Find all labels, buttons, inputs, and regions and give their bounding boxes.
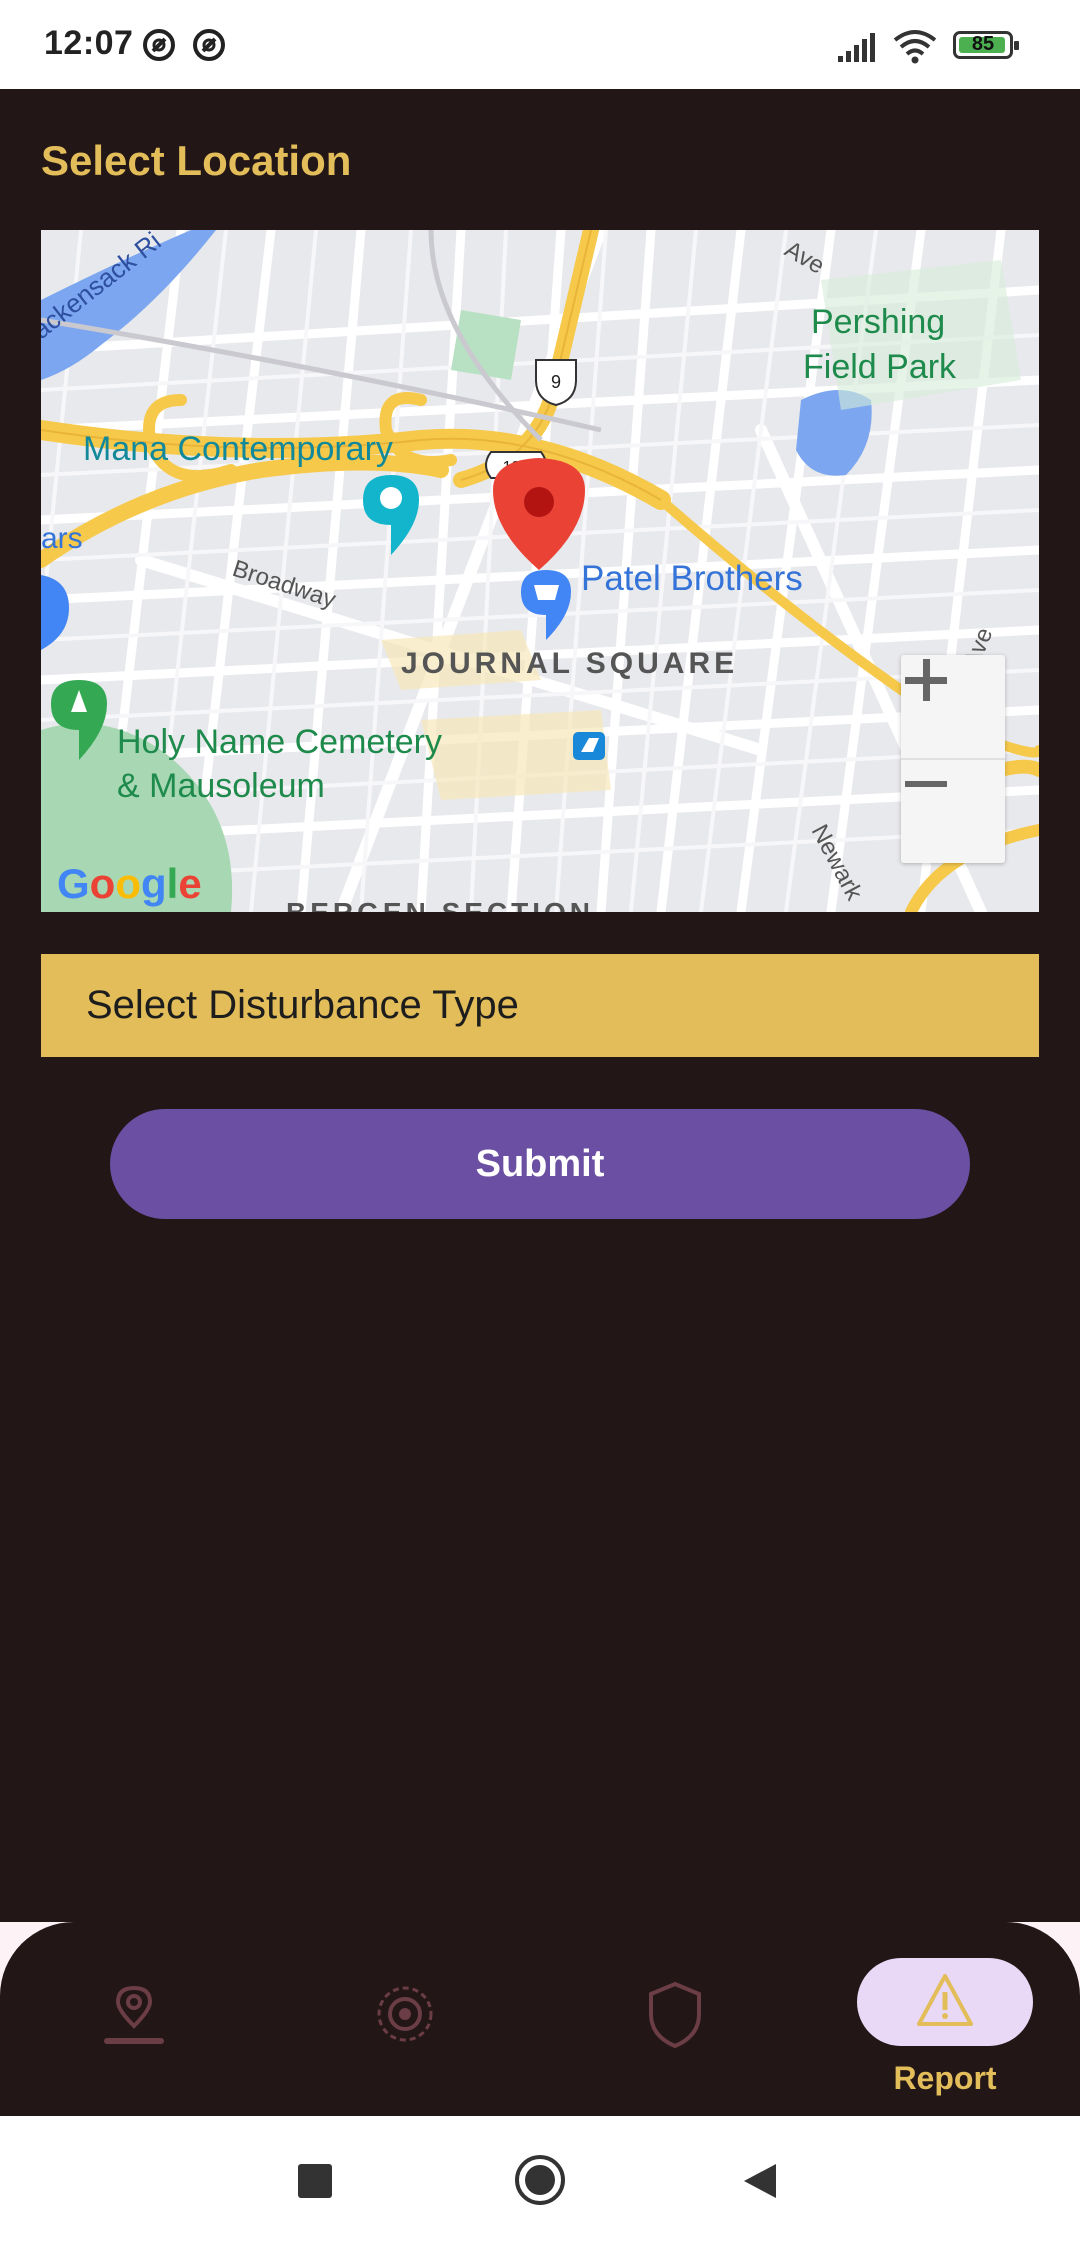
no-disturb-icon: [143, 29, 175, 61]
disturbance-type-dropdown[interactable]: Select Disturbance Type: [41, 954, 1039, 1057]
svg-text:ars: ars: [41, 522, 83, 555]
status-bar: 12:07 85: [0, 0, 1080, 89]
warning-icon: [917, 1974, 973, 2026]
wifi-icon: [893, 30, 937, 64]
google-logo: Google: [57, 860, 202, 907]
nav-item-location[interactable]: [60, 1922, 210, 2116]
recents-button[interactable]: [298, 2164, 332, 2198]
disturbance-type-label: Select Disturbance Type: [86, 983, 519, 1027]
back-button[interactable]: [742, 2162, 778, 2200]
transit-icon: [573, 732, 605, 760]
submit-button[interactable]: Submit: [110, 1109, 970, 1219]
svg-text:9: 9: [551, 372, 561, 392]
nav-label-report: Report: [893, 2060, 997, 2096]
minus-icon: [905, 781, 947, 787]
bottom-navigation: Report: [0, 1922, 1080, 2116]
svg-text:Field Park: Field Park: [803, 348, 957, 386]
plus-icon: [905, 659, 947, 701]
zoom-in-button[interactable]: [901, 655, 1005, 760]
signal-icon: [838, 33, 875, 62]
page-title: Select Location: [41, 137, 352, 184]
submit-label: Submit: [475, 1142, 605, 1185]
system-navigation-bar: [0, 2116, 1080, 2246]
map-label-patel: Patel Brothers: [581, 559, 803, 598]
battery-icon: 85: [953, 31, 1019, 59]
home-button[interactable]: [514, 2154, 566, 2206]
map-view[interactable]: 9 139: [41, 230, 1039, 912]
nav-item-shield[interactable]: [600, 1922, 750, 2116]
zoom-controls: [901, 655, 1005, 863]
radar-icon: [377, 1986, 433, 2042]
battery-level: 85: [971, 33, 995, 55]
no-disturb-icon: [193, 29, 225, 61]
svg-text:& Mausoleum: & Mausoleum: [117, 767, 325, 805]
map-label-journal: JOURNAL SQUARE: [401, 647, 738, 680]
map-canvas[interactable]: 9 139: [41, 230, 1039, 912]
svg-text:BERGEN SECTION: BERGEN SECTION: [286, 897, 594, 912]
report-active-pill[interactable]: [857, 1958, 1033, 2046]
nav-item-radar[interactable]: [330, 1922, 480, 2116]
route-9-shield: 9: [535, 359, 577, 407]
map-label-pershing: Pershing: [811, 303, 945, 341]
zoom-out-button[interactable]: [901, 759, 1005, 862]
location-pin-icon: [104, 1986, 164, 2044]
map-label-mana: Mana Contemporary: [83, 430, 393, 468]
shield-icon: [649, 1981, 701, 2049]
map-label-holy: Holy Name Cemetery: [117, 723, 442, 761]
status-time: 12:07: [44, 24, 134, 62]
